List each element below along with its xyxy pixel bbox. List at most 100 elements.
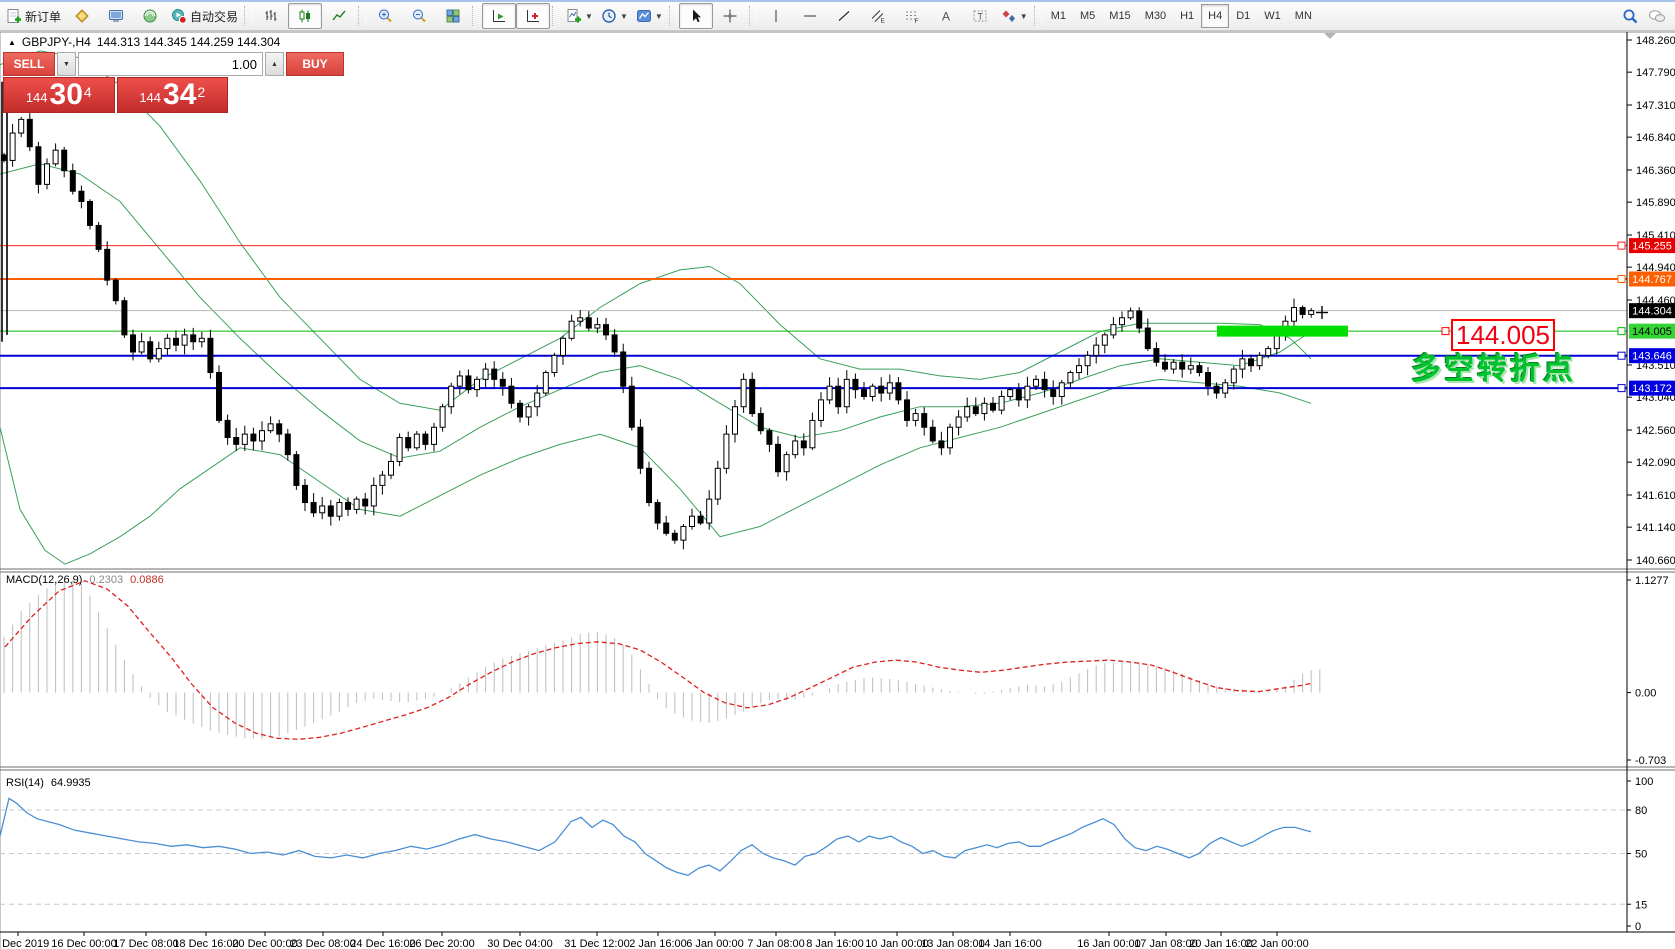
chat-icon[interactable] xyxy=(1647,8,1667,24)
volume-decrease-button[interactable]: ▼ xyxy=(57,52,76,76)
text-button[interactable]: A xyxy=(929,3,963,29)
bar-chart-button[interactable] xyxy=(254,3,288,29)
time-axis-label[interactable]: 17 Dec 08:00 xyxy=(113,938,178,949)
arrows-button[interactable]: ▼ xyxy=(997,3,1032,29)
new-order-button[interactable]: 新订单 xyxy=(2,3,65,29)
text-label-button[interactable]: T xyxy=(963,3,997,29)
price-axis-label[interactable]: 142.560 xyxy=(1636,425,1675,437)
hline-anchor[interactable] xyxy=(1617,274,1626,283)
time-axis-label[interactable]: 20 Jan 16:00 xyxy=(1189,938,1253,949)
channel-button[interactable]: E xyxy=(861,3,895,29)
timeframe-button-M15[interactable]: M15 xyxy=(1102,4,1137,28)
time-axis-label[interactable]: 8 Jan 16:00 xyxy=(806,938,864,949)
time-axis-label[interactable]: 6 Jan 00:00 xyxy=(686,938,744,949)
time-axis-label[interactable]: 16 Dec 00:00 xyxy=(51,938,116,949)
price-axis-label[interactable]: 141.140 xyxy=(1636,522,1675,534)
vertical-line-button[interactable] xyxy=(759,3,793,29)
fibonacci-button[interactable]: F xyxy=(895,3,929,29)
hline-anchor[interactable] xyxy=(1617,384,1626,393)
zoom-out-icon xyxy=(413,9,426,23)
time-axis-label[interactable]: 31 Dec 12:00 xyxy=(564,938,629,949)
price-axis-label[interactable]: 147.310 xyxy=(1636,100,1675,112)
market-depth-button[interactable] xyxy=(65,3,99,29)
rsi-axis-label[interactable]: 15 xyxy=(1635,899,1647,911)
timeframe-button-M1[interactable]: M1 xyxy=(1044,4,1073,28)
timeframe-button-H4[interactable]: H4 xyxy=(1201,4,1230,28)
hline-anchor[interactable] xyxy=(1617,351,1626,360)
templates-button[interactable]: ▼ xyxy=(632,3,667,29)
crosshair-button[interactable] xyxy=(713,3,747,29)
time-axis-label[interactable]: 23 Dec 08:00 xyxy=(290,938,355,949)
timeframe-button-H1[interactable]: H1 xyxy=(1173,4,1201,28)
tile-windows-button[interactable] xyxy=(436,3,470,29)
turning-point-annotation[interactable]: 多空转折点 xyxy=(1411,344,1576,388)
time-axis-label[interactable]: 26 Dec 20:00 xyxy=(409,938,474,949)
price-axis-label[interactable]: 148.260 xyxy=(1636,35,1675,47)
timeframe-button-M30[interactable]: M30 xyxy=(1138,4,1173,28)
time-axis-label[interactable]: 22 Jan 00:00 xyxy=(1245,938,1309,949)
sell-button[interactable]: SELL xyxy=(3,52,55,76)
rsi-axis-label[interactable]: 0 xyxy=(1635,921,1641,933)
timeframe-button-MN[interactable]: MN xyxy=(1288,4,1319,28)
trendline-button[interactable] xyxy=(827,3,861,29)
volume-input[interactable] xyxy=(78,52,263,76)
price-box-anchor[interactable] xyxy=(1441,327,1450,336)
macd-axis-label[interactable]: 0.00 xyxy=(1635,688,1656,700)
candlestick-chart-button[interactable] xyxy=(288,3,323,29)
price-axis-label[interactable]: 140.660 xyxy=(1636,555,1675,567)
buy-price-panel[interactable]: 144 34 2 xyxy=(116,77,228,113)
search-icon[interactable] xyxy=(1622,8,1639,25)
time-axis-label[interactable]: 16 Jan 00:00 xyxy=(1077,938,1141,949)
timeframe-button-M5[interactable]: M5 xyxy=(1073,4,1102,28)
highlight-bar-annotation[interactable] xyxy=(1217,325,1348,337)
autotrading-label: 自动交易 xyxy=(190,9,239,24)
signals-button[interactable] xyxy=(133,3,167,29)
autotrading-button[interactable]: 自动交易 xyxy=(167,3,242,29)
hline-anchor[interactable] xyxy=(1617,241,1626,250)
price-axis-label[interactable]: 142.090 xyxy=(1636,457,1675,469)
price-badge-text: 143.646 xyxy=(1632,351,1672,363)
time-axis-label[interactable]: 14 Jan 16:00 xyxy=(978,938,1042,949)
time-axis-label[interactable]: 12 Dec 2019 xyxy=(0,938,49,949)
price-axis-label[interactable]: 146.840 xyxy=(1636,132,1675,144)
chart-shift-button[interactable] xyxy=(516,3,551,29)
buy-button[interactable]: BUY xyxy=(286,52,344,76)
rsi-axis-label[interactable]: 50 xyxy=(1635,849,1647,861)
periods-button[interactable]: ▼ xyxy=(597,3,632,29)
indicators-button[interactable]: ▼ xyxy=(562,3,597,29)
rsi-axis-label[interactable]: 100 xyxy=(1635,776,1653,788)
text-label-icon: T xyxy=(973,10,987,22)
time-axis-label[interactable]: 2 Jan 16:00 xyxy=(629,938,687,949)
time-axis-label[interactable]: 20 Dec 00:00 xyxy=(232,938,297,949)
time-axis-label[interactable]: 24 Dec 16:00 xyxy=(350,938,415,949)
zoom-in-button[interactable] xyxy=(368,3,402,29)
chart-collapse-icon[interactable]: ▲ xyxy=(8,38,16,47)
time-axis-label[interactable]: 18 Dec 16:00 xyxy=(173,938,238,949)
cursor-button[interactable] xyxy=(678,3,713,29)
timeframe-button-D1[interactable]: D1 xyxy=(1229,4,1257,28)
volume-increase-button[interactable]: ▲ xyxy=(265,52,284,76)
chart-canvas[interactable]: 148.260 147.790 147.310 146.840 146.360 145.8… xyxy=(0,2,1675,949)
price-axis-label[interactable]: 146.360 xyxy=(1636,165,1675,177)
horizontal-line-button[interactable] xyxy=(793,3,827,29)
time-axis-label[interactable]: 7 Jan 08:00 xyxy=(747,938,805,949)
chevron-down-icon: ▼ xyxy=(1019,11,1028,21)
price-axis-label[interactable]: 145.890 xyxy=(1636,197,1675,209)
time-axis-label[interactable]: 13 Jan 08:00 xyxy=(921,938,985,949)
sell-price-panel[interactable]: 144 30 4 xyxy=(3,77,115,113)
fibonacci-icon: F xyxy=(905,11,918,24)
price-axis-label[interactable]: 141.610 xyxy=(1636,490,1675,502)
macd-axis-label[interactable]: -0.703 xyxy=(1635,755,1666,767)
line-chart-button[interactable] xyxy=(322,3,356,29)
price-axis-label[interactable]: 147.790 xyxy=(1636,67,1675,79)
macd-axis-label[interactable]: 1.1277 xyxy=(1635,575,1669,587)
auto-scroll-button[interactable] xyxy=(482,3,517,29)
zoom-out-button[interactable] xyxy=(402,3,436,29)
hline-anchor[interactable] xyxy=(1617,327,1626,336)
time-axis-label[interactable]: 30 Dec 04:00 xyxy=(487,938,552,949)
timeframe-button-W1[interactable]: W1 xyxy=(1257,4,1288,28)
terminal-button[interactable] xyxy=(99,3,133,29)
svg-text:F: F xyxy=(914,18,918,24)
time-axis-label[interactable]: 10 Jan 00:00 xyxy=(865,938,929,949)
rsi-axis-label[interactable]: 80 xyxy=(1635,805,1647,817)
